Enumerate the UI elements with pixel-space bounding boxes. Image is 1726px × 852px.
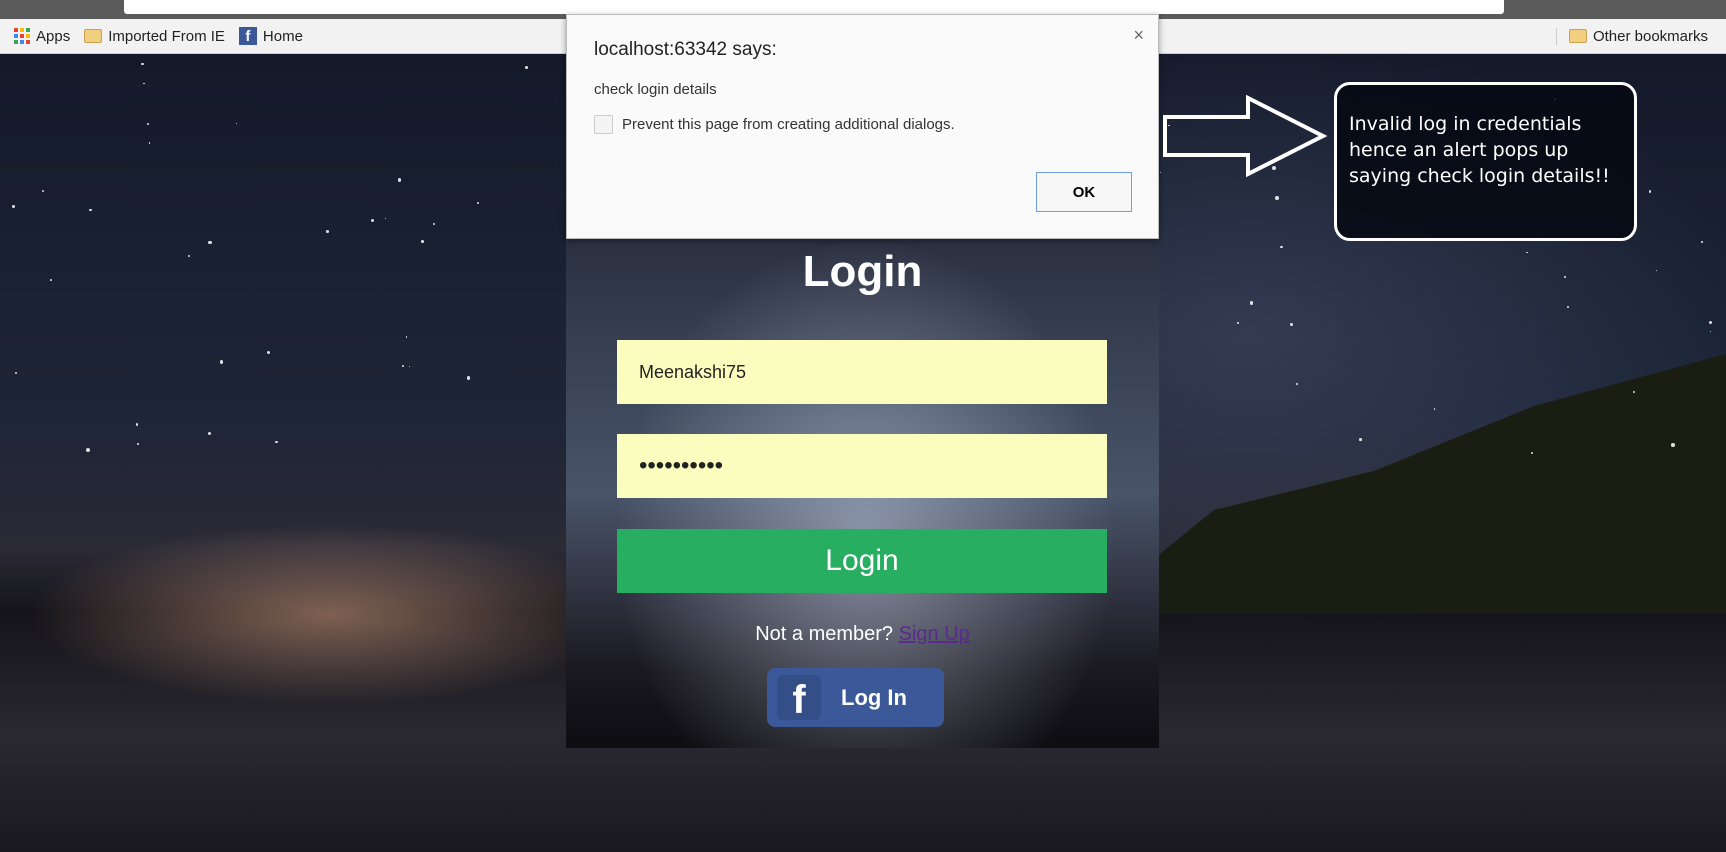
star bbox=[524, 66, 528, 70]
star bbox=[12, 205, 15, 208]
login-title: Login bbox=[802, 247, 923, 296]
star bbox=[421, 240, 424, 243]
star bbox=[235, 123, 237, 125]
bookmark-label: Home bbox=[262, 27, 303, 45]
star bbox=[274, 440, 278, 444]
prevent-dialogs-option[interactable]: Prevent this page from creating addition… bbox=[594, 115, 955, 134]
folder-icon bbox=[1568, 29, 1587, 43]
bookmark-apps[interactable]: Apps bbox=[14, 28, 70, 45]
username-input[interactable] bbox=[617, 340, 1107, 404]
hill-silhouette bbox=[1086, 354, 1726, 614]
login-button[interactable]: Login bbox=[617, 529, 1107, 593]
not-member-text: Not a member? bbox=[755, 623, 894, 645]
star bbox=[135, 423, 139, 426]
login-panel: Login Login Not a member? Sign Up f Log … bbox=[566, 239, 1159, 748]
star bbox=[466, 375, 471, 380]
star bbox=[141, 62, 144, 66]
star bbox=[1275, 195, 1280, 200]
bookmark-label: Imported From IE bbox=[108, 27, 225, 45]
star bbox=[1295, 382, 1299, 386]
facebook-icon: f bbox=[238, 27, 257, 45]
address-bar[interactable] bbox=[124, 0, 1504, 14]
star bbox=[1358, 438, 1362, 441]
bookmark-home[interactable]: f Home bbox=[238, 27, 303, 45]
star bbox=[1433, 408, 1436, 410]
prevent-dialogs-label: Prevent this page from creating addition… bbox=[622, 116, 955, 133]
star bbox=[86, 448, 91, 453]
star bbox=[401, 364, 404, 367]
star bbox=[219, 359, 224, 364]
apps-grid-icon bbox=[14, 28, 30, 44]
ok-button[interactable]: OK bbox=[1036, 172, 1132, 212]
other-bookmarks[interactable]: Other bookmarks bbox=[1555, 27, 1708, 45]
signup-link[interactable]: Sign Up bbox=[899, 623, 970, 645]
star bbox=[1671, 443, 1675, 447]
facebook-icon: f bbox=[777, 675, 821, 720]
star bbox=[408, 366, 410, 368]
star bbox=[326, 230, 330, 233]
star bbox=[385, 217, 387, 219]
star bbox=[148, 142, 151, 144]
star bbox=[188, 254, 191, 257]
star bbox=[476, 202, 479, 205]
star bbox=[208, 240, 213, 245]
star bbox=[1708, 320, 1713, 325]
star bbox=[1526, 251, 1528, 254]
star bbox=[397, 178, 401, 182]
facebook-login-button[interactable]: f Log In bbox=[767, 668, 944, 727]
star bbox=[137, 443, 140, 445]
other-bookmarks-label: Other bookmarks bbox=[1592, 27, 1708, 45]
annotation-callout: Invalid log in credentials hence an aler… bbox=[1334, 82, 1637, 241]
star bbox=[1279, 245, 1283, 249]
star bbox=[432, 222, 436, 226]
star bbox=[1701, 241, 1703, 243]
star bbox=[1656, 270, 1658, 272]
star bbox=[89, 208, 92, 212]
star bbox=[1563, 275, 1567, 279]
star bbox=[41, 189, 44, 192]
signup-prompt: Not a member? Sign Up bbox=[566, 623, 1159, 646]
star bbox=[49, 279, 52, 282]
star bbox=[1159, 171, 1162, 174]
star bbox=[207, 431, 211, 435]
right-arrow-icon bbox=[1163, 95, 1328, 177]
star bbox=[1566, 305, 1569, 308]
bookmark-imported-from-ie[interactable]: Imported From IE bbox=[84, 28, 225, 45]
dialog-message: check login details bbox=[594, 81, 717, 98]
alert-dialog: localhost:63342 says: × check login deta… bbox=[566, 14, 1159, 239]
star bbox=[371, 219, 375, 223]
star bbox=[405, 336, 408, 338]
star bbox=[1709, 330, 1712, 333]
password-input[interactable] bbox=[617, 434, 1107, 498]
star bbox=[146, 122, 150, 125]
star bbox=[143, 82, 145, 85]
close-icon[interactable]: × bbox=[1133, 25, 1144, 46]
bookmark-label: Apps bbox=[36, 27, 71, 45]
folder-icon bbox=[84, 29, 103, 43]
facebook-login-label: Log In bbox=[841, 684, 907, 710]
star bbox=[266, 350, 270, 355]
dialog-title: localhost:63342 says: bbox=[594, 39, 777, 60]
prevent-dialogs-checkbox[interactable] bbox=[594, 115, 613, 134]
star bbox=[1648, 190, 1651, 193]
star bbox=[1289, 322, 1293, 326]
star bbox=[14, 371, 17, 374]
star bbox=[1249, 301, 1254, 305]
star bbox=[1237, 322, 1240, 325]
